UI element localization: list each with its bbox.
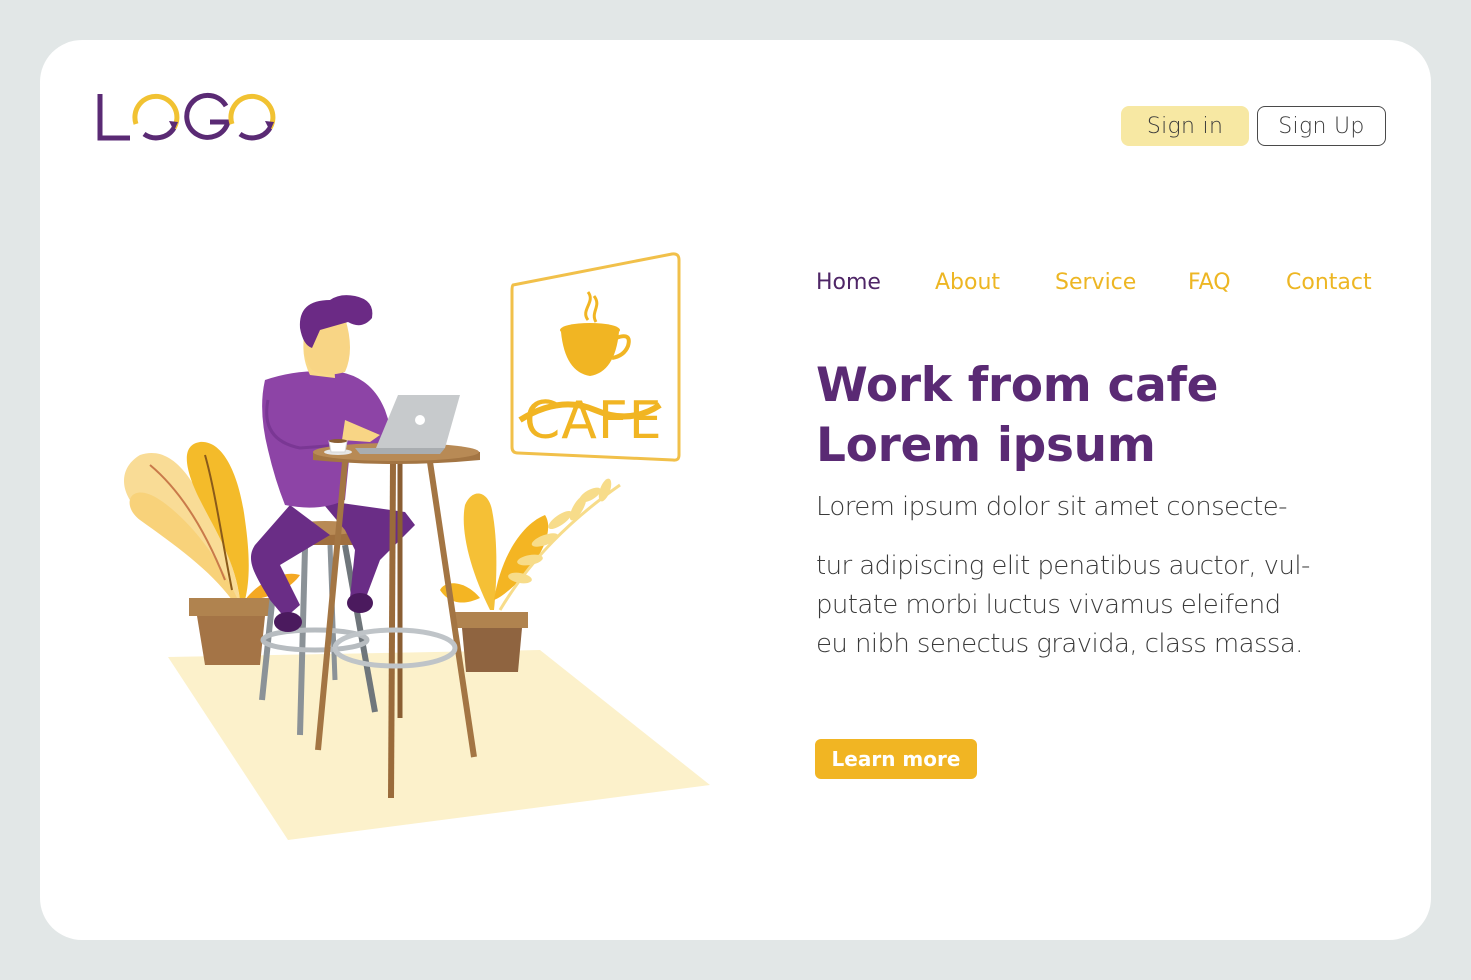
hero-body-line-2: tur adipiscing elit penatibus auctor, vu… <box>816 551 1310 581</box>
nav-contact[interactable]: Contact <box>1286 270 1372 295</box>
hero-body-line-1: Lorem ipsum dolor sit amet consecte- <box>816 492 1288 522</box>
nav-about[interactable]: About <box>935 270 1000 295</box>
landing-card <box>40 40 1431 940</box>
logo-letter-l <box>97 94 130 141</box>
logo-letter-o2 <box>228 93 276 141</box>
headline-line-1: Work from cafe <box>816 358 1219 413</box>
hero-body-line-4: eu nibh senectus gravida, class massa. <box>816 629 1303 659</box>
nav-service[interactable]: Service <box>1055 270 1136 295</box>
nav-home[interactable]: Home <box>816 270 881 295</box>
sign-up-button[interactable]: Sign Up <box>1257 106 1386 146</box>
headline-line-2: Lorem ipsum <box>816 418 1156 473</box>
learn-more-button[interactable]: Learn more <box>815 739 977 779</box>
hero-body-line-3: putate morbi luctus vivamus eleifend <box>816 590 1281 620</box>
nav-faq[interactable]: FAQ <box>1188 270 1231 295</box>
logo[interactable] <box>96 88 276 144</box>
logo-letter-g <box>184 92 232 140</box>
logo-letter-o1 <box>132 93 180 141</box>
sign-in-button[interactable]: Sign in <box>1121 106 1249 146</box>
hero-headline: Work from cafe Lorem ipsum <box>816 356 1219 476</box>
